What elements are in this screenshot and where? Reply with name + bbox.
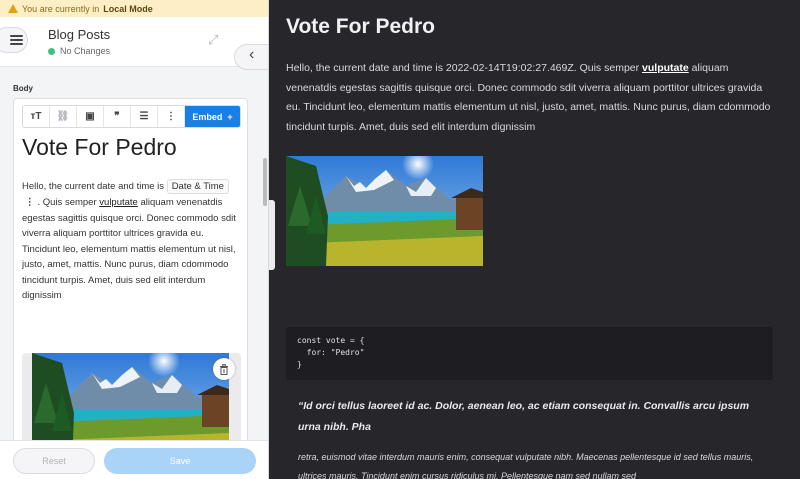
- vulputate-link[interactable]: vulputate: [99, 197, 138, 208]
- embed-label: Embed: [192, 111, 223, 122]
- page-title: Blog Posts: [48, 27, 111, 42]
- mountain-lake-image: [32, 353, 229, 440]
- status-dot-icon: [48, 47, 55, 55]
- date-time-chip[interactable]: Date & Time: [166, 179, 229, 194]
- body-field-label: Body: [13, 84, 33, 93]
- code-block: const vote = { for: "Pedro" }: [286, 327, 773, 380]
- text-style-icon[interactable]: тT: [23, 106, 50, 127]
- preview-panel: Vote For Pedro Hello, the current date a…: [275, 0, 800, 479]
- editor-panel: You are currently in Local Mode Blog Pos…: [0, 0, 269, 479]
- menu-button[interactable]: [0, 27, 28, 53]
- banner-text: You are currently in: [22, 3, 100, 14]
- editor-toolbar: тT ⛓ ▣ ❞ ☰ ⋮ Embed +: [22, 105, 241, 128]
- editor-scroll-area: Body тT ⛓ ▣ ❞ ☰ ⋮ Embed + Vote For Pedro…: [0, 68, 268, 440]
- paragraph-text: aliquam venenatdis egestas sagittis quis…: [22, 197, 236, 301]
- save-status: No Changes: [48, 46, 110, 56]
- panel-header: Blog Posts No Changes ⤢ ‹: [0, 17, 268, 70]
- link-icon[interactable]: ⛓: [50, 106, 77, 127]
- editor-paragraph[interactable]: Hello, the current date and time is Date…: [22, 178, 237, 304]
- paragraph-text: Hello, the current date and time is: [22, 181, 165, 192]
- local-mode-banner: You are currently in Local Mode: [0, 0, 268, 17]
- paragraph-text: . Quis semper: [37, 197, 97, 208]
- paragraph-text: Hello, the current date and time is 2022…: [286, 62, 640, 74]
- collapse-button[interactable]: ‹: [234, 44, 268, 70]
- preview-heading: Vote For Pedro: [286, 15, 435, 38]
- editor-heading[interactable]: Vote For Pedro: [22, 134, 177, 161]
- chip-menu-icon[interactable]: ⋮: [25, 195, 35, 211]
- embed-button[interactable]: Embed +: [185, 106, 240, 127]
- chevron-left-icon: ‹: [249, 46, 255, 63]
- list-icon[interactable]: ☰: [131, 106, 158, 127]
- reset-button[interactable]: Reset: [13, 448, 95, 474]
- blockquote: “Id orci tellus laoreet id ac. Dolor, ae…: [298, 400, 750, 433]
- image-block[interactable]: [22, 353, 241, 440]
- preview-paragraph-2: retra, euismod vitae interdum mauris eni…: [298, 452, 754, 479]
- chip-label: Date & Time: [171, 181, 224, 192]
- warning-triangle-icon: [8, 4, 18, 13]
- quote-icon[interactable]: ❞: [104, 106, 131, 127]
- preview-link[interactable]: vulputate: [642, 62, 689, 74]
- preview-paragraph: Hello, the current date and time is 2022…: [286, 59, 776, 137]
- plus-icon: +: [227, 111, 233, 122]
- trash-icon: [220, 363, 228, 375]
- expand-arrows-icon[interactable]: ⤢: [208, 32, 218, 48]
- image-icon[interactable]: ▣: [77, 106, 104, 127]
- more-options-icon[interactable]: ⋮: [158, 106, 185, 127]
- banner-mode: Local Mode: [103, 3, 153, 14]
- preview-image: [286, 156, 483, 266]
- scrollbar[interactable]: [263, 158, 267, 206]
- delete-image-button[interactable]: [213, 358, 235, 380]
- status-text: No Changes: [60, 46, 111, 56]
- save-button[interactable]: Save: [104, 448, 256, 474]
- rich-text-editor[interactable]: тT ⛓ ▣ ❞ ☰ ⋮ Embed + Vote For Pedro Hell…: [13, 98, 248, 440]
- hamburger-menu-icon: [9, 35, 23, 45]
- panel-footer: Reset Save: [0, 440, 268, 479]
